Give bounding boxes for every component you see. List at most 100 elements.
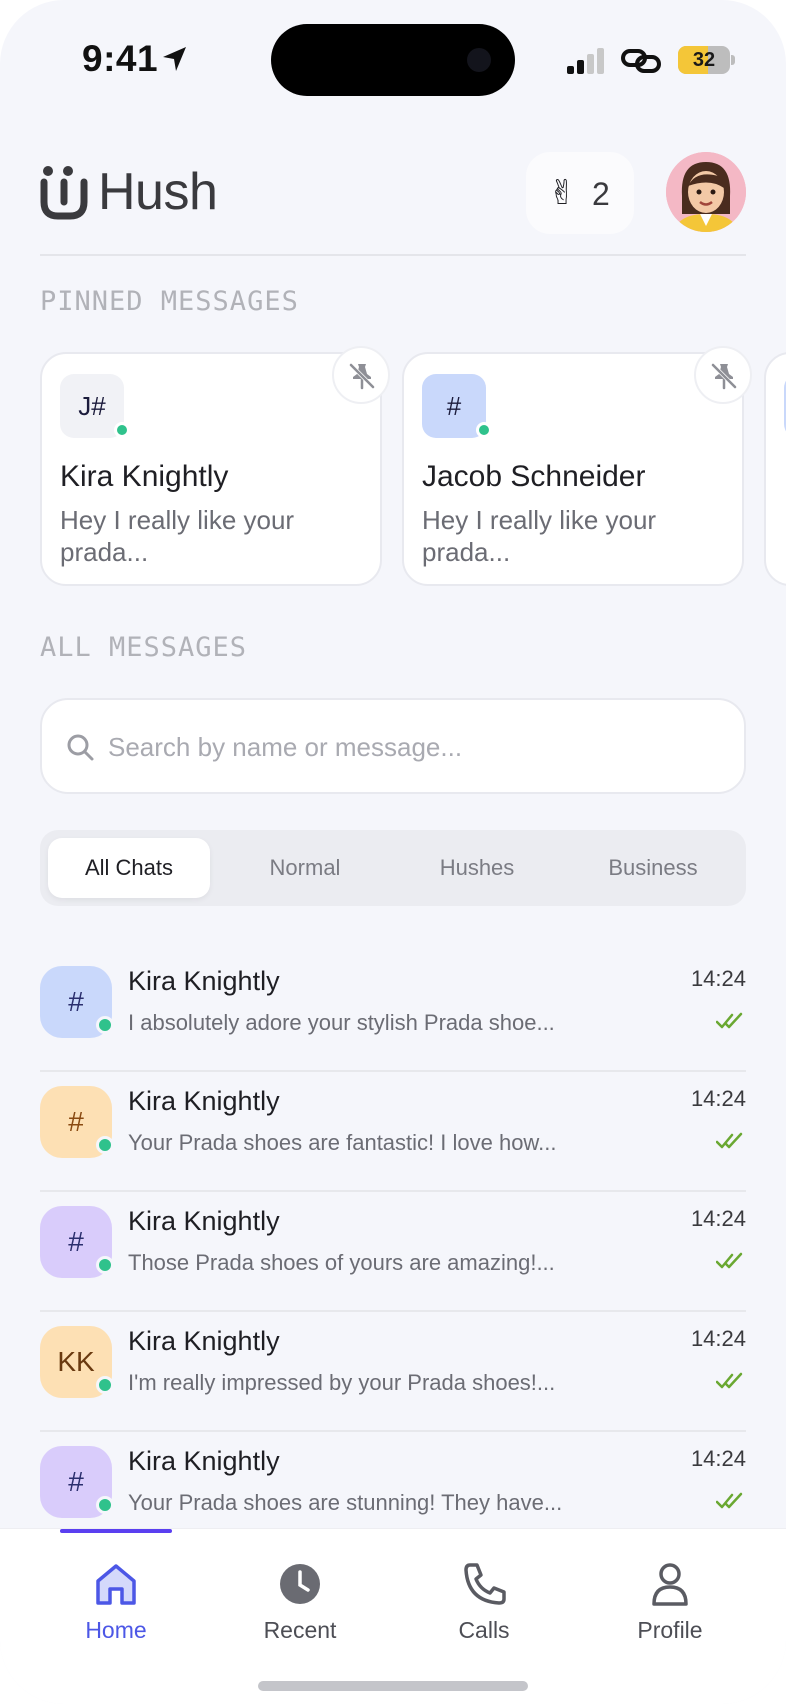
online-indicator	[96, 1256, 114, 1274]
chat-time: 14:24	[690, 1086, 746, 1111]
pinned-card[interactable]: J# Kira Knightly Hey I really like your …	[40, 352, 382, 586]
chat-avatar-label: #	[68, 1226, 84, 1257]
pinned-chip: #	[422, 374, 492, 438]
chat-row[interactable]: # Kira Knightly Those Prada shoes of you…	[40, 1192, 746, 1312]
chat-preview: Your Prada shoes are stunning! They have…	[128, 1490, 563, 1515]
chat-filter-tabs: All Chats Normal Hushes Business	[40, 830, 746, 906]
chat-time: 14:24	[690, 966, 746, 991]
chat-name: Kira Knightly	[128, 966, 280, 996]
pinned-chip-label: J#	[78, 391, 106, 421]
search-icon	[67, 734, 94, 761]
tab-normal[interactable]: Normal	[224, 838, 386, 898]
online-indicator	[96, 1496, 114, 1514]
location-arrow-icon	[163, 47, 186, 71]
battery-indicator: 32	[678, 46, 735, 74]
nav-calls[interactable]: Calls	[404, 1551, 564, 1661]
cellular-signal-icon	[567, 48, 604, 74]
dynamic-island	[271, 24, 515, 96]
online-indicator	[114, 422, 130, 438]
chat-preview: I absolutely adore your stylish Prada sh…	[128, 1010, 555, 1035]
pinned-card-partial[interactable]	[764, 352, 786, 586]
bottom-navigation: Home Recent Calls Profile	[0, 1528, 786, 1704]
user-icon	[652, 1563, 688, 1606]
unpin-icon	[349, 363, 375, 390]
nav-profile-label: Profile	[637, 1617, 703, 1643]
chat-name: Kira Knightly	[128, 1446, 280, 1476]
online-indicator	[476, 422, 492, 438]
nav-recent[interactable]: Recent	[220, 1551, 380, 1661]
chat-avatar: #	[40, 1446, 114, 1518]
chat-time: 14:24	[690, 1446, 746, 1471]
double-check-icon	[716, 1132, 743, 1149]
chat-name: Kira Knightly	[128, 1326, 280, 1356]
profile-avatar[interactable]	[666, 152, 746, 232]
all-messages-section-label: ALL MESSAGES	[40, 632, 248, 663]
pinned-card-name: Jacob Schneider	[422, 460, 646, 493]
tab-hushes[interactable]: Hushes	[396, 838, 558, 898]
pinned-card-name: Kira Knightly	[60, 460, 229, 493]
chat-preview: I'm really impressed by your Prada shoes…	[128, 1370, 556, 1395]
nav-recent-label: Recent	[263, 1617, 337, 1643]
chat-row[interactable]: KK Kira Knightly I'm really impressed by…	[40, 1312, 746, 1432]
clock-icon	[280, 1564, 320, 1604]
app-header: Hush ✌ 2	[40, 150, 746, 240]
battery-level: 32	[692, 49, 716, 71]
pinned-messages-row: J# Kira Knightly Hey I really like your …	[40, 346, 786, 587]
double-check-icon	[716, 1012, 743, 1029]
link-icon	[621, 49, 661, 73]
search-box[interactable]	[40, 698, 746, 794]
phone-screen: 9:41 32 Hush ✌ 2 PINNED MESSAGES J# Kira…	[0, 0, 786, 1704]
unpin-button[interactable]	[694, 346, 752, 404]
online-indicator	[96, 1376, 114, 1394]
chat-time: 14:24	[690, 1326, 746, 1351]
active-tab-indicator	[60, 1529, 172, 1533]
online-indicator	[96, 1136, 114, 1154]
double-check-icon	[716, 1252, 743, 1269]
unpin-button[interactable]	[332, 346, 390, 404]
chat-row[interactable]: # Kira Knightly I absolutely adore your …	[40, 952, 746, 1072]
pinned-card-preview: Hey I really like your prada...	[422, 505, 657, 567]
pinned-chip-label: #	[446, 391, 462, 421]
nav-home-label: Home	[85, 1617, 147, 1643]
chat-time: 14:24	[690, 1206, 746, 1231]
chat-list: # Kira Knightly I absolutely adore your …	[40, 952, 746, 1532]
home-icon	[96, 1564, 136, 1605]
nav-home[interactable]: Home	[36, 1551, 196, 1661]
chat-preview: Those Prada shoes of yours are amazing!.…	[128, 1250, 555, 1275]
pinned-section-label: PINNED MESSAGES	[40, 286, 299, 317]
chat-name: Kira Knightly	[128, 1086, 280, 1116]
chat-avatar-label: #	[68, 1466, 84, 1497]
unpin-icon	[711, 363, 737, 390]
camera-dot	[467, 48, 491, 72]
chat-avatar: #	[40, 1206, 114, 1278]
double-check-icon	[716, 1372, 743, 1389]
tab-all-chats[interactable]: All Chats	[48, 838, 210, 898]
tab-business[interactable]: Business	[568, 838, 738, 898]
pinned-card-preview: Hey I really like your prada...	[60, 505, 295, 567]
wave-count: 2	[592, 176, 610, 212]
search-input[interactable]	[108, 722, 728, 772]
nav-profile[interactable]: Profile	[590, 1551, 750, 1661]
chat-row[interactable]: # Kira Knightly Your Prada shoes are fan…	[40, 1072, 746, 1192]
pinned-chip: J#	[60, 374, 130, 438]
online-indicator	[96, 1016, 114, 1034]
chat-row[interactable]: # Kira Knightly Your Prada shoes are stu…	[40, 1432, 746, 1532]
pinned-card[interactable]: # Jacob Schneider Hey I really like your…	[402, 352, 744, 586]
hand-icon: ✌	[548, 174, 577, 212]
chat-avatar: #	[40, 1086, 114, 1158]
chat-preview: Your Prada shoes are fantastic! I love h…	[128, 1130, 557, 1155]
header-divider	[40, 254, 746, 256]
wave-counter-button[interactable]: ✌ 2	[526, 152, 634, 234]
phone-icon	[464, 1563, 506, 1605]
chat-name: Kira Knightly	[128, 1206, 280, 1236]
double-check-icon	[716, 1492, 743, 1509]
chat-avatar-label: #	[68, 1106, 84, 1137]
chat-avatar-label: #	[68, 986, 84, 1017]
nav-calls-label: Calls	[458, 1617, 510, 1643]
status-bar: 9:41 32	[0, 0, 786, 110]
status-time: 9:41	[82, 38, 159, 79]
home-indicator	[258, 1681, 528, 1691]
memoji-avatar-icon	[666, 152, 746, 232]
app-name: Hush	[98, 163, 218, 221]
hush-logo-icon	[40, 166, 88, 220]
